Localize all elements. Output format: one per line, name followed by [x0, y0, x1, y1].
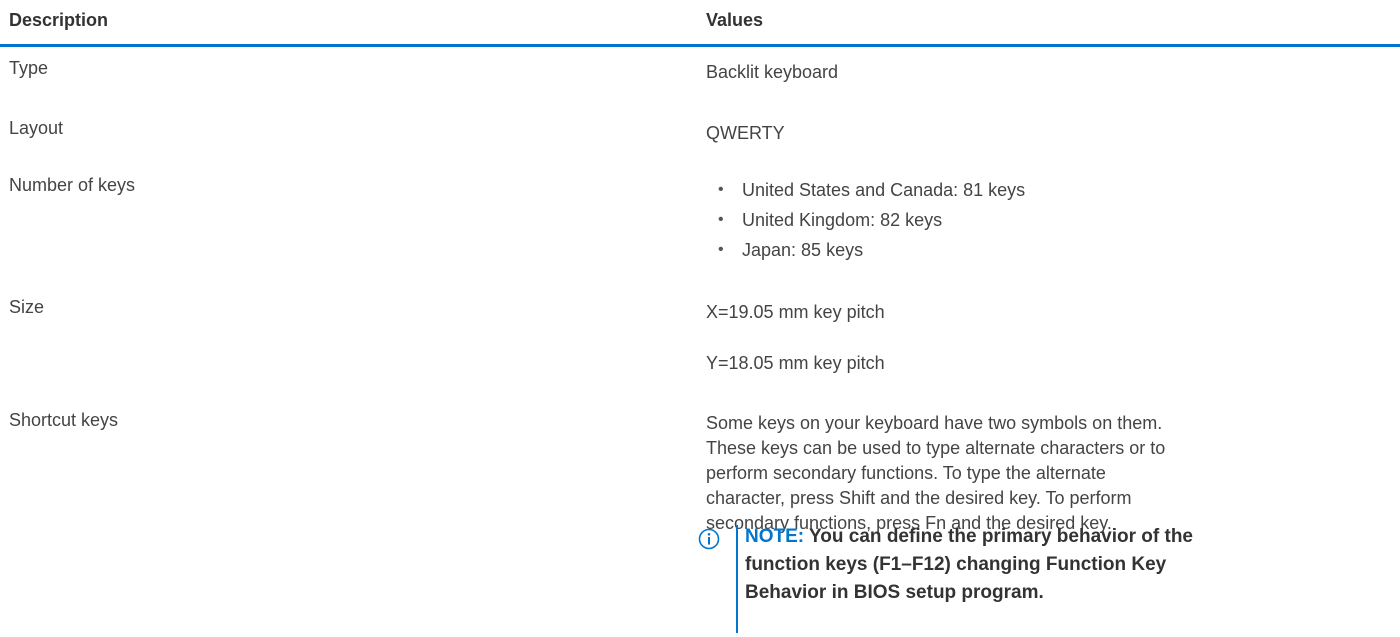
list-item: • Japan: 85 keys	[718, 240, 864, 260]
row-shortcut-paragraph: Some keys on your keyboard have two symb…	[706, 413, 1166, 533]
column-header-values: Values	[706, 10, 764, 30]
row-layout-description: Layout	[9, 118, 64, 138]
note-body: You can define the primary behavior of t…	[745, 526, 1193, 603]
list-item: • United Kingdom: 82 keys	[718, 210, 943, 230]
bullet-icon: •	[718, 211, 724, 228]
table-header: Description Values	[0, 0, 1400, 47]
note-divider	[736, 525, 738, 633]
row-size-description: Size	[9, 297, 45, 317]
row-type-description: Type	[9, 58, 49, 78]
row-size-value-y: Y=18.05 mm key pitch	[706, 353, 885, 373]
note-text: NOTE: You can define the primary behavio…	[745, 523, 1225, 607]
row-keys-description: Number of keys	[9, 175, 136, 195]
keys-bullet-list: • United States and Canada: 81 keys • Unit…	[706, 178, 1025, 268]
row-layout-value: QWERTY	[706, 123, 785, 143]
column-header-description: Description	[9, 10, 109, 30]
info-icon	[698, 528, 720, 550]
note-box: NOTE: You can define the primary behavio…	[698, 523, 1238, 635]
list-item: • United States and Canada: 81 keys	[718, 180, 1026, 200]
spec-table: Description Values Type Backlit keyboard…	[0, 0, 1400, 637]
bullet-icon: •	[718, 181, 724, 198]
row-keys-value: • United States and Canada: 81 keys • Unit…	[706, 178, 1025, 268]
bullet-icon: •	[718, 241, 724, 258]
note-label: NOTE:	[745, 526, 805, 547]
row-size-value-x: X=19.05 mm key pitch	[706, 302, 885, 322]
row-type-value: Backlit keyboard	[706, 62, 839, 82]
row-shortcut-description: Shortcut keys	[9, 410, 119, 430]
